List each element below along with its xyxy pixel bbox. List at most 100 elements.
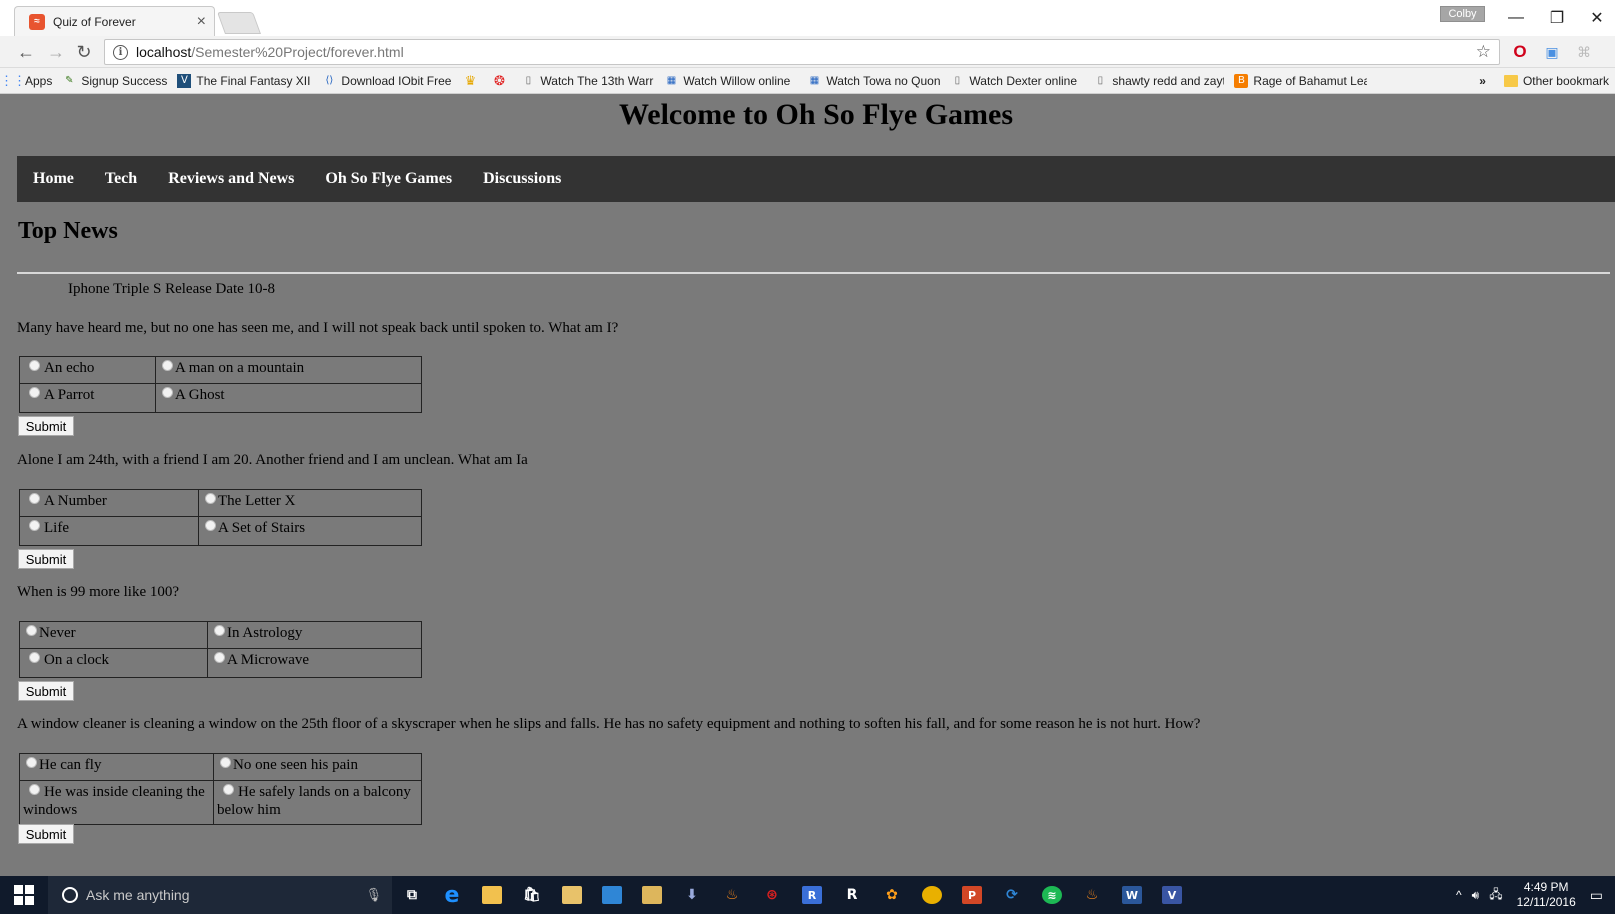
action-center-icon[interactable]: ▭ — [1590, 887, 1603, 904]
bookmark-crown[interactable]: ♛ — [463, 73, 482, 88]
puzzle-extension-icon[interactable]: ⌘ — [1576, 44, 1592, 60]
restore-button[interactable]: ❐ — [1537, 4, 1577, 32]
radio-button[interactable] — [220, 757, 231, 768]
quiz-option[interactable]: He can fly — [19, 753, 214, 781]
quiz-option[interactable]: A Parrot — [19, 383, 156, 413]
bookmark-dexter[interactable]: ▯ Watch Dexter online — [950, 74, 1083, 88]
visio-icon[interactable]: V — [1152, 876, 1192, 914]
radio-button[interactable] — [214, 625, 225, 636]
quiz-option[interactable]: Never — [19, 621, 208, 649]
radio-button[interactable] — [205, 520, 216, 531]
quiz-option[interactable]: Life — [19, 516, 199, 546]
quiz-option[interactable]: He safely lands on a balcony below him — [213, 780, 422, 825]
quiz-option[interactable]: A Microwave — [207, 648, 422, 678]
app-r-icon[interactable]: R — [832, 876, 872, 914]
bookmark-13th-warrior[interactable]: ▯ Watch The 13th Warri — [521, 74, 655, 88]
opera-extension-icon[interactable]: O — [1512, 42, 1528, 61]
bookmark-shawty-redd[interactable]: ▯ shawty redd and zayt — [1093, 74, 1225, 88]
more-bookmarks-chevron-icon[interactable]: » — [1479, 74, 1486, 88]
app-icon[interactable]: ⟳ — [992, 876, 1032, 914]
file-explorer-icon[interactable] — [472, 876, 512, 914]
flame-icon[interactable]: ♨ — [1072, 876, 1112, 914]
start-button[interactable] — [0, 876, 48, 914]
network-icon[interactable]: 🖧︎ — [1489, 885, 1502, 906]
minimize-button[interactable]: — — [1496, 4, 1536, 32]
bookmark-apps[interactable]: ⋮⋮ Apps — [0, 73, 52, 88]
bookmark-rage-of-bahamut[interactable]: B Rage of Bahamut Lea — [1234, 73, 1367, 88]
spotify-icon[interactable]: ≋ — [1032, 876, 1072, 914]
quiz-option[interactable]: A Set of Stairs — [198, 516, 422, 546]
task-view-icon[interactable]: ⧉ — [392, 876, 432, 914]
quiz-option[interactable]: The Letter X — [198, 489, 422, 517]
powerpoint-icon[interactable]: P — [952, 876, 992, 914]
nav-link-tech[interactable]: Tech — [105, 170, 137, 188]
quiz-option[interactable]: On a clock — [19, 648, 208, 678]
flame-icon[interactable]: ♨ — [712, 876, 752, 914]
profile-button[interactable]: Colby — [1440, 6, 1485, 22]
app-icon[interactable]: ⬇ — [672, 876, 712, 914]
cortana-search-box[interactable]: Ask me anything 🎙︎ — [48, 876, 392, 914]
url-bar[interactable]: i localhost/Semester%20Project/forever.h… — [104, 39, 1500, 65]
quiz-option[interactable]: In Astrology — [207, 621, 422, 649]
radio-button[interactable] — [26, 757, 37, 768]
bookmark-final-fantasy[interactable]: Ⅴ The Final Fantasy XII D — [177, 73, 312, 88]
submit-button[interactable]: Submit — [18, 416, 74, 436]
nav-link-oh-so-flye-games[interactable]: Oh So Flye Games — [325, 170, 452, 188]
quiz-question-4: A window cleaner is cleaning a window on… — [17, 716, 1201, 732]
radio-button[interactable] — [29, 520, 40, 531]
microphone-icon[interactable]: 🎙︎ — [365, 887, 382, 903]
bookmark-towa-no-quon[interactable]: ▦ Watch Towa no Quon — [807, 74, 941, 88]
back-arrow-icon[interactable]: ← — [14, 40, 38, 64]
radio-button[interactable] — [205, 493, 216, 504]
radio-button[interactable] — [214, 652, 225, 663]
app-icon[interactable] — [592, 876, 632, 914]
extension-icon[interactable]: ▣ — [1544, 44, 1560, 60]
radio-button[interactable] — [162, 360, 173, 371]
antivirus-icon[interactable]: ⊛ — [752, 876, 792, 914]
app-icon[interactable]: ✿ — [872, 876, 912, 914]
submit-button[interactable]: Submit — [18, 549, 74, 569]
store-icon[interactable]: 🛍︎ — [512, 876, 552, 914]
radio-button[interactable] — [29, 493, 40, 504]
files-icon[interactable] — [552, 876, 592, 914]
quiz-option[interactable]: A Ghost — [155, 383, 422, 413]
quiz-option[interactable]: An echo — [19, 356, 156, 384]
word-icon[interactable]: W — [1112, 876, 1152, 914]
bookmark-signup-success[interactable]: ✎ Signup Success — [62, 74, 167, 88]
clock[interactable]: 4:49 PM 12/11/2016 — [1517, 880, 1576, 910]
radio-button[interactable] — [223, 784, 234, 795]
app-r-icon[interactable]: R — [792, 876, 832, 914]
quiz-option[interactable]: No one seen his pain — [213, 753, 422, 781]
nav-link-home[interactable]: Home — [33, 170, 74, 188]
close-window-button[interactable]: ✕ — [1577, 4, 1615, 32]
bookmark-willow[interactable]: ▦ Watch Willow online — [664, 74, 797, 88]
radio-button[interactable] — [29, 387, 40, 398]
radio-button[interactable] — [29, 784, 40, 795]
radio-button[interactable] — [26, 625, 37, 636]
chrome-icon[interactable] — [912, 876, 952, 914]
browser-tab[interactable]: ≈ Quiz of Forever × — [14, 6, 215, 36]
submit-button[interactable]: Submit — [18, 681, 74, 701]
nav-link-reviews-and-news[interactable]: Reviews and News — [168, 170, 294, 188]
radio-button[interactable] — [162, 387, 173, 398]
nav-link-discussions[interactable]: Discussions — [483, 170, 561, 188]
bookmark-lifebuoy[interactable]: ❂ — [492, 73, 511, 88]
tray-chevron-icon[interactable]: ^ — [1456, 888, 1462, 902]
documents-icon[interactable] — [632, 876, 672, 914]
reload-icon[interactable]: ↻ — [72, 40, 96, 64]
tab-close-icon[interactable]: × — [197, 13, 206, 31]
radio-button[interactable] — [29, 360, 40, 371]
new-tab-button[interactable] — [216, 12, 262, 34]
forward-arrow-icon[interactable]: → — [44, 40, 68, 64]
submit-button[interactable]: Submit — [18, 824, 74, 844]
site-info-icon[interactable]: i — [113, 44, 128, 60]
edge-icon[interactable]: e — [432, 876, 472, 914]
other-bookmarks[interactable]: Other bookmark — [1523, 74, 1609, 88]
quiz-option[interactable]: A Number — [19, 489, 199, 517]
quiz-option[interactable]: A man on a mountain — [155, 356, 422, 384]
radio-button[interactable] — [29, 652, 40, 663]
quiz-option[interactable]: He was inside cleaning the windows — [19, 780, 214, 825]
bookmark-iobit[interactable]: ⟨⟩ Download IObit Free — [322, 74, 453, 88]
volume-icon[interactable]: 🔊︎ — [1472, 888, 1480, 903]
bookmark-star-icon[interactable]: ☆ — [1476, 42, 1491, 62]
